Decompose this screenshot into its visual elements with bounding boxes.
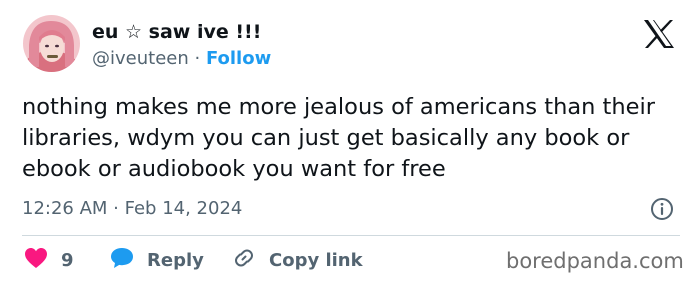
separator-dot: ·: [194, 48, 201, 69]
copy-link-label: Copy link: [269, 249, 363, 271]
like-button[interactable]: 9: [24, 247, 74, 273]
avatar[interactable]: [23, 15, 80, 72]
reply-bubble-icon: [110, 247, 134, 273]
copy-link-button[interactable]: Copy link: [232, 247, 363, 273]
info-icon[interactable]: [650, 197, 674, 221]
divider: [22, 235, 680, 236]
reply-button[interactable]: Reply: [110, 247, 204, 273]
display-name[interactable]: eu ☆ saw ive !!!: [92, 20, 261, 44]
reply-label: Reply: [147, 249, 204, 271]
user-handle[interactable]: @iveuteen: [92, 48, 189, 69]
like-count: 9: [61, 249, 74, 271]
tweet-text: nothing makes me more jealous of america…: [22, 94, 655, 182]
heart-icon: [24, 247, 48, 273]
follow-button[interactable]: Follow: [206, 48, 271, 69]
tweet-timestamp[interactable]: 12:26 AM · Feb 14, 2024: [22, 198, 242, 220]
handle-row: @iveuteen · Follow: [92, 48, 271, 70]
watermark: boredpanda.com: [506, 249, 684, 273]
link-icon: [232, 246, 256, 274]
x-logo-icon[interactable]: [643, 19, 675, 49]
